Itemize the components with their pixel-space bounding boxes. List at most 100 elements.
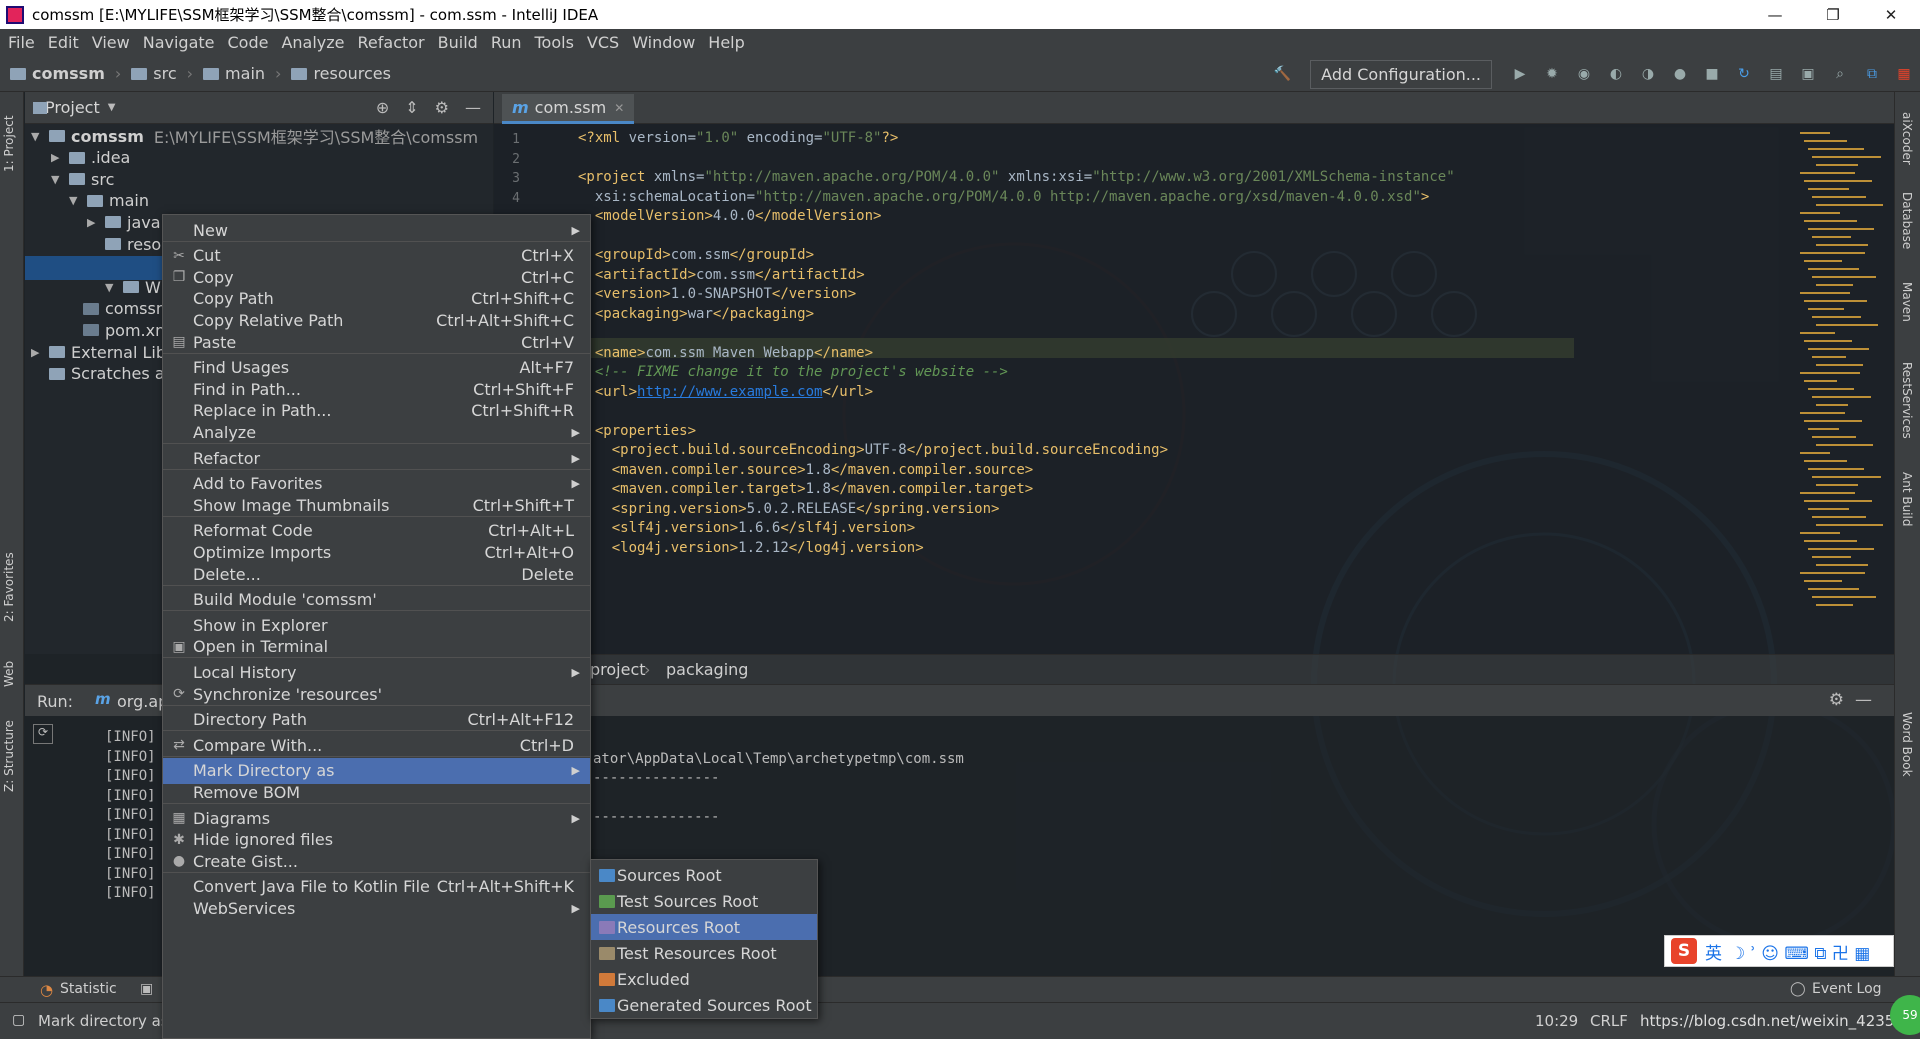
menu-item-compare-with[interactable]: ⇄ Compare With... Ctrl+D — [163, 732, 590, 758]
tab-restservices[interactable]: RestServices — [1900, 362, 1914, 439]
submenu-item-sources-root[interactable]: Sources Root — [591, 862, 817, 888]
menu-code[interactable]: Code — [228, 33, 269, 52]
menu-window[interactable]: Window — [632, 33, 695, 52]
code-editor[interactable]: 1 2 3 4 <?xml version="1.0" encoding="UTF-8"… — [494, 124, 1894, 654]
tree-arrow-icon[interactable]: ▼ — [51, 173, 65, 186]
menu-item-delete[interactable]: Delete... Delete — [163, 561, 590, 587]
tree-arrow-icon[interactable]: ▶ — [31, 346, 45, 359]
submenu-item-test-sources-root[interactable]: Test Sources Root — [591, 888, 817, 914]
tab-ant-build[interactable]: Ant Build — [1900, 472, 1914, 526]
menu-refactor[interactable]: Refactor — [358, 33, 425, 52]
menu-item-new[interactable]: New ▶ — [163, 217, 590, 243]
caret-position[interactable]: 10:29 — [1535, 1012, 1578, 1030]
maximize-button[interactable]: ❐ — [1804, 0, 1862, 29]
statistic-tab[interactable]: Statistic — [60, 981, 117, 997]
menu-item-open-in-terminal[interactable]: ▣ Open in Terminal — [163, 634, 590, 660]
tree-node[interactable]: ▶ java — [87, 210, 161, 234]
tab-database[interactable]: Database — [1900, 192, 1914, 249]
menu-item-webservices[interactable]: WebServices ▶ — [163, 895, 590, 921]
gear-icon[interactable]: ⚙ — [1829, 690, 1844, 710]
tree-arrow-icon[interactable]: ▼ — [31, 130, 45, 143]
menu-file[interactable]: File — [8, 33, 35, 52]
terminal-icon[interactable]: ▣ — [140, 981, 153, 997]
event-log-tab[interactable]: Event Log — [1812, 981, 1882, 997]
locate-icon[interactable]: ⊕ — [376, 98, 389, 117]
tree-node[interactable]: ▶ .idea — [51, 146, 130, 170]
menu-item-synchronize-resources[interactable]: ⟳ Synchronize 'resources' — [163, 681, 590, 707]
menu-item-build-module-comssm[interactable]: Build Module 'comssm' — [163, 587, 590, 613]
submenu-item-generated-sources-root[interactable]: Generated Sources Root — [591, 992, 817, 1018]
breadcrumb-resources[interactable]: resources — [291, 64, 391, 83]
add-configuration-button[interactable]: Add Configuration... — [1310, 59, 1492, 89]
stop-icon[interactable]: ● — [1669, 63, 1691, 85]
tree-node[interactable]: ▼ main — [69, 189, 149, 213]
menu-item-directory-path[interactable]: Directory Path Ctrl+Alt+F12 — [163, 707, 590, 733]
menu-analyze[interactable]: Analyze — [281, 33, 344, 52]
breadcrumb-src[interactable]: src › — [131, 64, 193, 83]
line-separator[interactable]: CRLF — [1590, 1012, 1628, 1030]
minimize-button[interactable]: — — [1746, 0, 1804, 29]
project-panel-title[interactable]: Project — [45, 98, 100, 117]
breadcrumb-project[interactable]: project — [590, 660, 646, 679]
tree-arrow-icon[interactable]: ▼ — [105, 281, 119, 294]
menu-build[interactable]: Build — [438, 33, 478, 52]
menu-item-analyze[interactable]: Analyze ▶ — [163, 419, 590, 445]
attach-icon[interactable]: ◑ — [1637, 63, 1659, 85]
tab-aixcoder[interactable]: aiXcoder — [1900, 112, 1914, 165]
tab-word-book[interactable]: Word Book — [1900, 712, 1914, 777]
rerun-icon[interactable]: ⟳ — [33, 724, 53, 744]
tab-com-ssm[interactable]: m com.ssm ✕ — [502, 94, 635, 124]
translate-icon[interactable]: ⧉ — [1861, 63, 1883, 85]
breadcrumb-main[interactable]: main › — [203, 64, 281, 83]
stop-square-icon[interactable]: ■ — [1701, 63, 1723, 85]
search-icon[interactable]: ⌕ — [1829, 63, 1851, 85]
chevron-down-icon[interactable]: ▼ — [108, 102, 116, 113]
collapse-icon[interactable]: ⇕ — [405, 98, 418, 117]
menu-item-paste[interactable]: ▤ Paste Ctrl+V — [163, 329, 590, 355]
tree-node[interactable]: ▼ comssm E:\MYLIFE\SSM框架学习\SSM整合\comssm — [31, 124, 478, 148]
menu-edit[interactable]: Edit — [48, 33, 79, 52]
menu-item-create-gist[interactable]: ● Create Gist... — [163, 848, 590, 874]
coverage-icon[interactable]: ◉ — [1573, 63, 1595, 85]
sdk-icon[interactable]: ▣ — [1797, 63, 1819, 85]
hide-icon[interactable]: — — [1855, 690, 1872, 710]
submenu-item-resources-root[interactable]: Resources Root — [591, 914, 817, 940]
ime-language[interactable]: 英 — [1705, 939, 1722, 964]
close-button[interactable]: ✕ — [1862, 0, 1920, 29]
tab-structure[interactable]: Z: Structure — [2, 702, 16, 792]
submenu-item-test-resources-root[interactable]: Test Resources Root — [591, 940, 817, 966]
tab-web[interactable]: Web — [2, 637, 16, 687]
status-toggle-icon[interactable]: ▢ — [12, 1012, 25, 1028]
run-config-name[interactable]: org.ap — [117, 692, 168, 711]
debug-icon[interactable]: ✹ — [1541, 63, 1563, 85]
hammer-build-icon[interactable]: 🔨 — [1271, 63, 1293, 85]
menu-item-refactor[interactable]: Refactor ▶ — [163, 445, 590, 471]
sogou-logo-icon[interactable]: S — [1671, 938, 1697, 964]
menu-navigate[interactable]: Navigate — [143, 33, 215, 52]
breadcrumb-comssm[interactable]: comssm › — [10, 64, 121, 83]
tab-project[interactable]: 1: Project — [2, 92, 16, 172]
plugin-icon[interactable]: ▦ — [1893, 63, 1915, 85]
vcs-update-icon[interactable]: ↻ — [1733, 63, 1755, 85]
menu-tools[interactable]: Tools — [535, 33, 574, 52]
close-icon[interactable]: ✕ — [614, 101, 624, 115]
tree-arrow-icon[interactable]: ▶ — [51, 151, 65, 164]
tree-node[interactable]: ▼ src — [51, 167, 114, 191]
tab-maven[interactable]: Maven — [1900, 282, 1914, 322]
project-structure-icon[interactable]: ▤ — [1765, 63, 1787, 85]
menu-run[interactable]: Run — [491, 33, 522, 52]
ime-tool-icons[interactable]: ☽ ʾ ☺ ⌨ ⧉ 卍 ▦ — [1730, 939, 1870, 964]
menu-item-show-image-thumbnails[interactable]: Show Image Thumbnails Ctrl+Shift+T — [163, 492, 590, 518]
tree-node[interactable]: pom.xml — [65, 318, 175, 342]
hide-icon[interactable]: — — [465, 98, 481, 117]
menu-vcs[interactable]: VCS — [587, 33, 619, 52]
breadcrumb-packaging[interactable]: packaging — [666, 660, 748, 679]
run-icon[interactable]: ▶ — [1509, 63, 1531, 85]
menu-help[interactable]: Help — [708, 33, 744, 52]
profile-icon[interactable]: ◐ — [1605, 63, 1627, 85]
gear-icon[interactable]: ⚙ — [435, 98, 449, 117]
submenu-item-excluded[interactable]: Excluded — [591, 966, 817, 992]
menu-item-remove-bom[interactable]: Remove BOM — [163, 779, 590, 805]
menu-view[interactable]: View — [92, 33, 130, 52]
code-minimap[interactable] — [1780, 124, 1883, 654]
